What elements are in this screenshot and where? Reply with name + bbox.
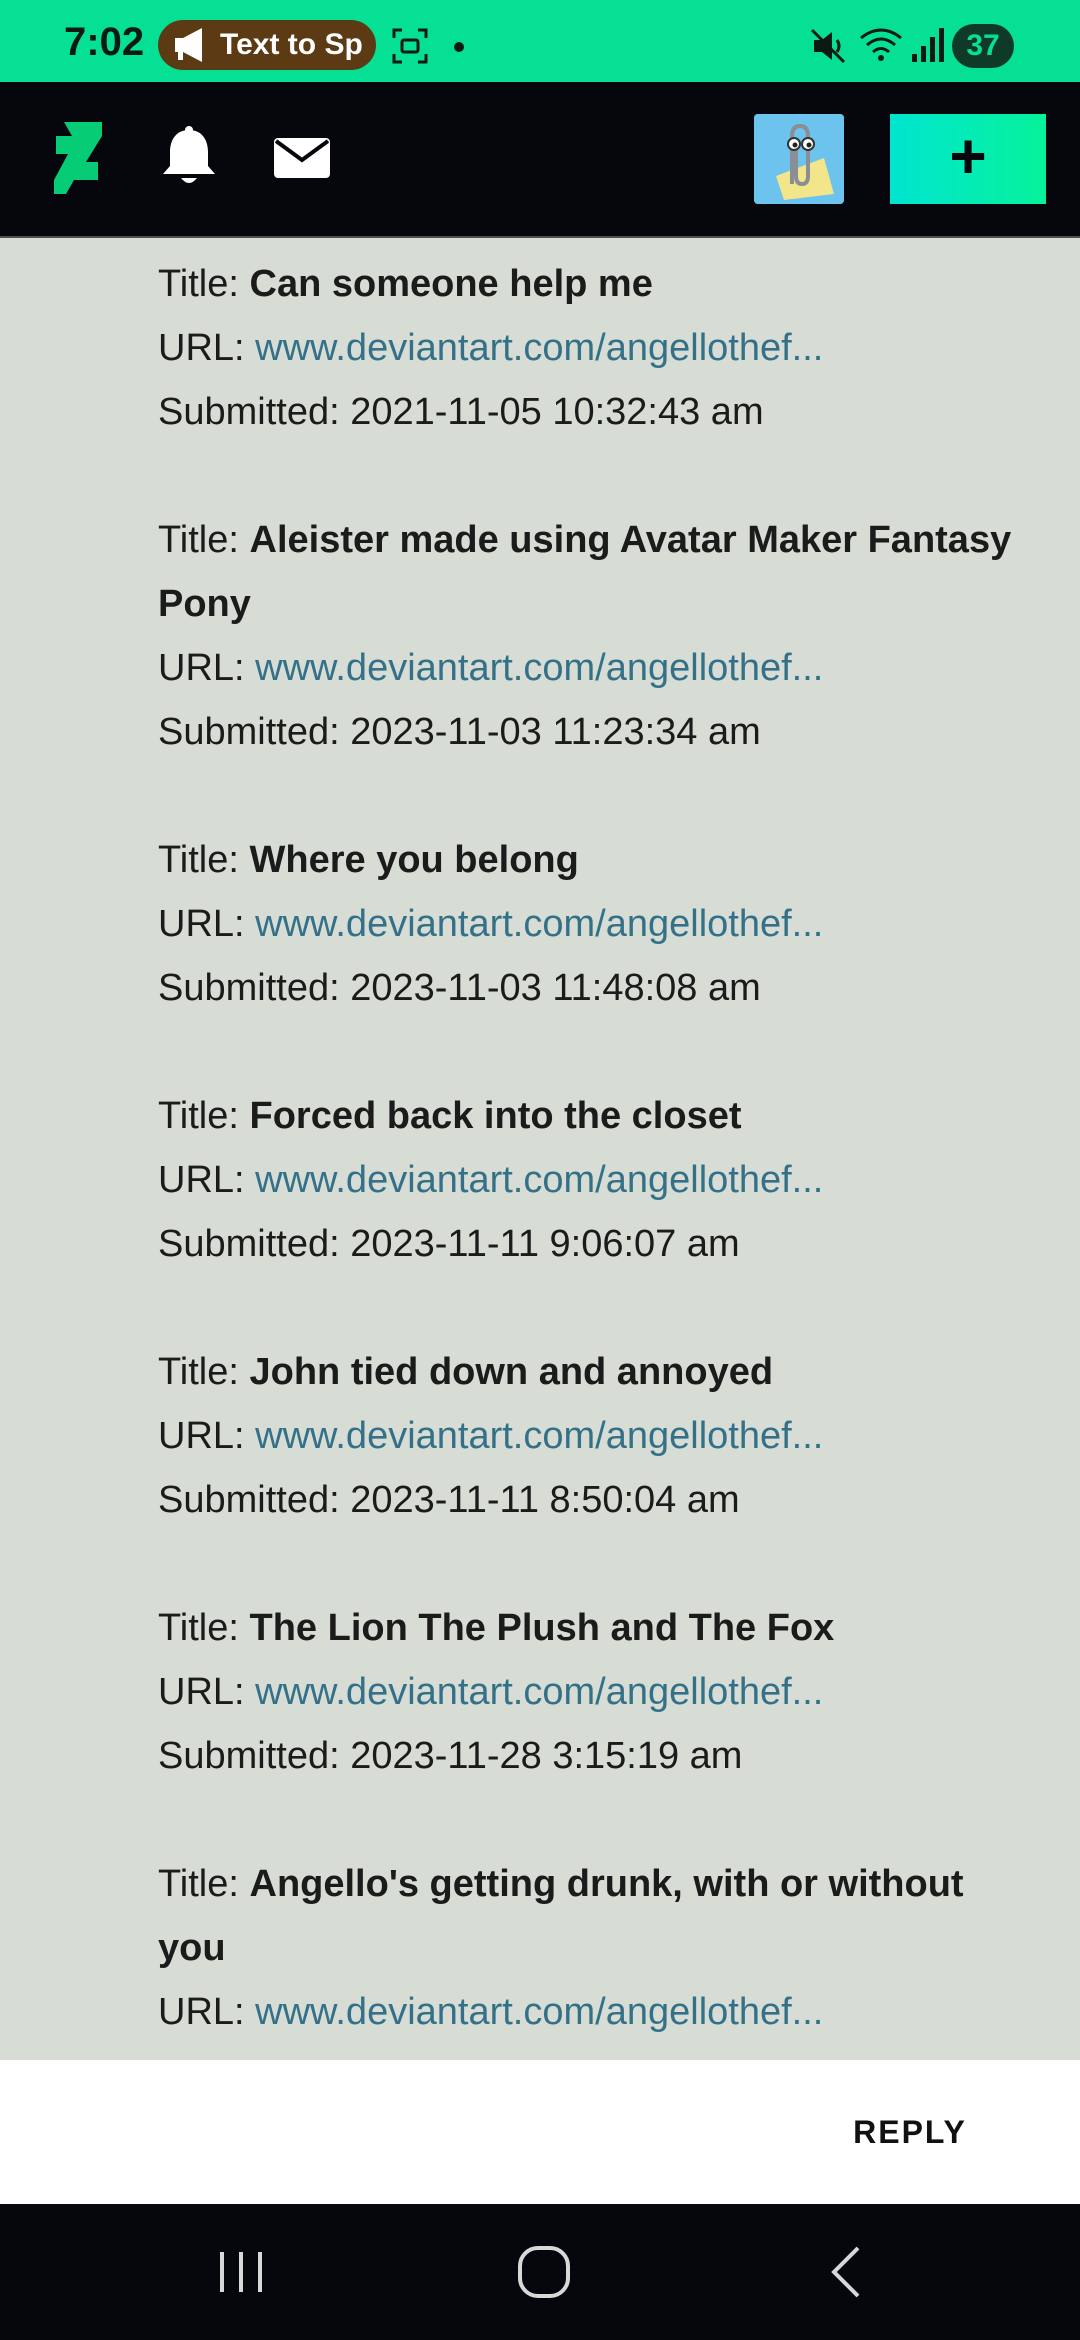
submission-url-link[interactable]: www.deviantart.com/angellothef... xyxy=(255,1159,823,1201)
submission-title: Angello's getting drunk, with or without… xyxy=(158,1863,964,1969)
title-label: Title: xyxy=(158,519,239,561)
avatar[interactable] xyxy=(754,114,844,204)
submission-title-line: Title: Can someone help me xyxy=(158,252,1018,316)
megaphone-icon xyxy=(175,28,202,62)
submission-date-line: Submitted: 2023-11-03 11:23:34 am xyxy=(158,700,1018,764)
create-button-label: + xyxy=(949,120,987,192)
title-label: Title: xyxy=(158,1095,239,1137)
submitted-label: Submitted: xyxy=(158,1735,340,1777)
submission-content[interactable]: Title: Can someone help me URL: www.devia… xyxy=(0,238,1080,2060)
submission-url-link[interactable]: www.deviantart.com/angellothef... xyxy=(255,327,823,369)
url-label: URL: xyxy=(158,647,245,689)
submission-date: 2023-11-11 8:50:04 am xyxy=(350,1479,740,1521)
recent-apps-icon[interactable] xyxy=(216,2244,266,2300)
url-label: URL: xyxy=(158,327,245,369)
battery-indicator: 37 xyxy=(952,24,1014,68)
submission-date-line: Submitted: 2023-11-03 11:48:08 am xyxy=(158,956,1018,1020)
submission-list: Title: Can someone help me URL: www.devia… xyxy=(158,252,1018,2060)
submission-url-line: URL: www.deviantart.com/angellothef... xyxy=(158,316,1018,380)
submission-title-line: Title: John tied down and annoyed xyxy=(158,1340,1018,1404)
submission-url-link[interactable]: www.deviantart.com/angellothef... xyxy=(255,1415,823,1457)
url-label: URL: xyxy=(158,1671,245,1713)
mute-icon xyxy=(810,28,846,64)
submission-date: 2023-11-03 11:23:34 am xyxy=(350,711,761,753)
text-to-speech-chip[interactable]: Text to Sp xyxy=(158,20,376,70)
status-time: 7:02 xyxy=(64,20,145,64)
url-label: URL: xyxy=(158,1159,245,1201)
submission-title: Aleister made using Avatar Maker Fantasy… xyxy=(158,519,1012,625)
submission-url-line: URL: www.deviantart.com/angellothef... xyxy=(158,636,1018,700)
submission-url-line: URL: www.deviantart.com/angellothef... xyxy=(158,892,1018,956)
notification-dot xyxy=(454,42,464,52)
wifi-icon xyxy=(860,28,902,61)
submission-item: Title: Angello's getting drunk, with or … xyxy=(158,1852,1018,2060)
submission-item: Title: Aleister made using Avatar Maker … xyxy=(158,508,1018,764)
submission-date-line: Submitted: 2021-11-05 10:32:43 am xyxy=(158,380,1018,444)
submission-date-line: Submitted: 2023-11-28 3:15:19 am xyxy=(158,1724,1018,1788)
deviantart-logo-icon[interactable] xyxy=(54,122,102,194)
submission-item: Title: Where you belong URL: www.devianta… xyxy=(158,828,1018,1020)
submitted-label: Submitted: xyxy=(158,1223,340,1265)
url-label: URL: xyxy=(158,1991,245,2033)
screen-capture-icon xyxy=(392,28,428,64)
title-label: Title: xyxy=(158,839,239,881)
text-to-speech-label: Text to Sp xyxy=(220,28,363,61)
submitted-label: Submitted: xyxy=(158,391,340,433)
url-label: URL: xyxy=(158,903,245,945)
title-label: Title: xyxy=(158,1351,239,1393)
home-icon[interactable] xyxy=(516,2244,572,2300)
system-nav-bar xyxy=(0,2204,1080,2340)
submission-title-line: Title: Where you belong xyxy=(158,828,1018,892)
submitted-label: Submitted: xyxy=(158,1479,340,1521)
submission-url-line: URL: www.deviantart.com/angellothef... xyxy=(158,1980,1018,2044)
title-label: Title: xyxy=(158,263,239,305)
clippy-avatar-icon xyxy=(754,114,844,204)
status-bar: 7:02 Text to Sp 37 xyxy=(0,0,1080,82)
submission-url-link[interactable]: www.deviantart.com/angellothef... xyxy=(255,1671,823,1713)
submission-url-line: URL: www.deviantart.com/angellothef... xyxy=(158,1148,1018,1212)
mail-icon[interactable] xyxy=(274,138,330,178)
title-label: Title: xyxy=(158,1863,239,1905)
submission-title-line: Title: Aleister made using Avatar Maker … xyxy=(158,508,1018,636)
submitted-label: Submitted: xyxy=(158,711,340,753)
submission-item: Title: John tied down and annoyed URL: ww… xyxy=(158,1340,1018,1532)
submitted-label: Submitted: xyxy=(158,967,340,1009)
submission-date: 2021-11-05 10:32:43 am xyxy=(350,391,764,433)
title-label: Title: xyxy=(158,1607,239,1649)
submission-title-line: Title: Forced back into the closet xyxy=(158,1084,1018,1148)
url-label: URL: xyxy=(158,1415,245,1457)
submission-title-line: Title: Angello's getting drunk, with or … xyxy=(158,1852,1018,1980)
submission-item: Title: Can someone help me URL: www.devia… xyxy=(158,252,1018,444)
submission-title: The Lion The Plush and The Fox xyxy=(249,1607,835,1649)
submission-url-line: URL: www.deviantart.com/angellothef... xyxy=(158,1660,1018,1724)
submission-title: Forced back into the closet xyxy=(249,1095,742,1137)
submission-title: Can someone help me xyxy=(249,263,653,305)
submission-title-line: Title: The Lion The Plush and The Fox xyxy=(158,1596,1018,1660)
submission-item: Title: Forced back into the closet URL: w… xyxy=(158,1084,1018,1276)
submission-date-line: Submitted: 2023-11-11 8:50:04 am xyxy=(158,1468,1018,1532)
submission-url-line: URL: www.deviantart.com/angellothef... xyxy=(158,1404,1018,1468)
app-header: + xyxy=(0,82,1080,236)
submission-url-link[interactable]: www.deviantart.com/angellothef... xyxy=(255,903,823,945)
submission-date: 2023-11-11 9:06:07 am xyxy=(350,1223,740,1265)
bell-icon[interactable] xyxy=(160,126,218,188)
reply-bar: REPLY xyxy=(0,2060,1080,2204)
submission-date: 2023-11-03 11:48:08 am xyxy=(350,967,761,1009)
cell-signal-icon xyxy=(912,28,944,62)
submission-date-line: Submitted: 2023-11-11 9:06:07 am xyxy=(158,1212,1018,1276)
submission-item: Title: The Lion The Plush and The Fox URL… xyxy=(158,1596,1018,1788)
create-button[interactable]: + xyxy=(890,114,1046,204)
submission-date-line: Submitted: xyxy=(158,2044,1018,2060)
submission-url-link[interactable]: www.deviantart.com/angellothef... xyxy=(255,1991,823,2033)
submission-url-link[interactable]: www.deviantart.com/angellothef... xyxy=(255,647,823,689)
back-icon[interactable] xyxy=(824,2242,868,2302)
submission-title: John tied down and annoyed xyxy=(249,1351,774,1393)
submission-title: Where you belong xyxy=(249,839,579,881)
reply-button[interactable]: REPLY xyxy=(830,2100,990,2164)
submission-date: 2023-11-28 3:15:19 am xyxy=(350,1735,743,1777)
